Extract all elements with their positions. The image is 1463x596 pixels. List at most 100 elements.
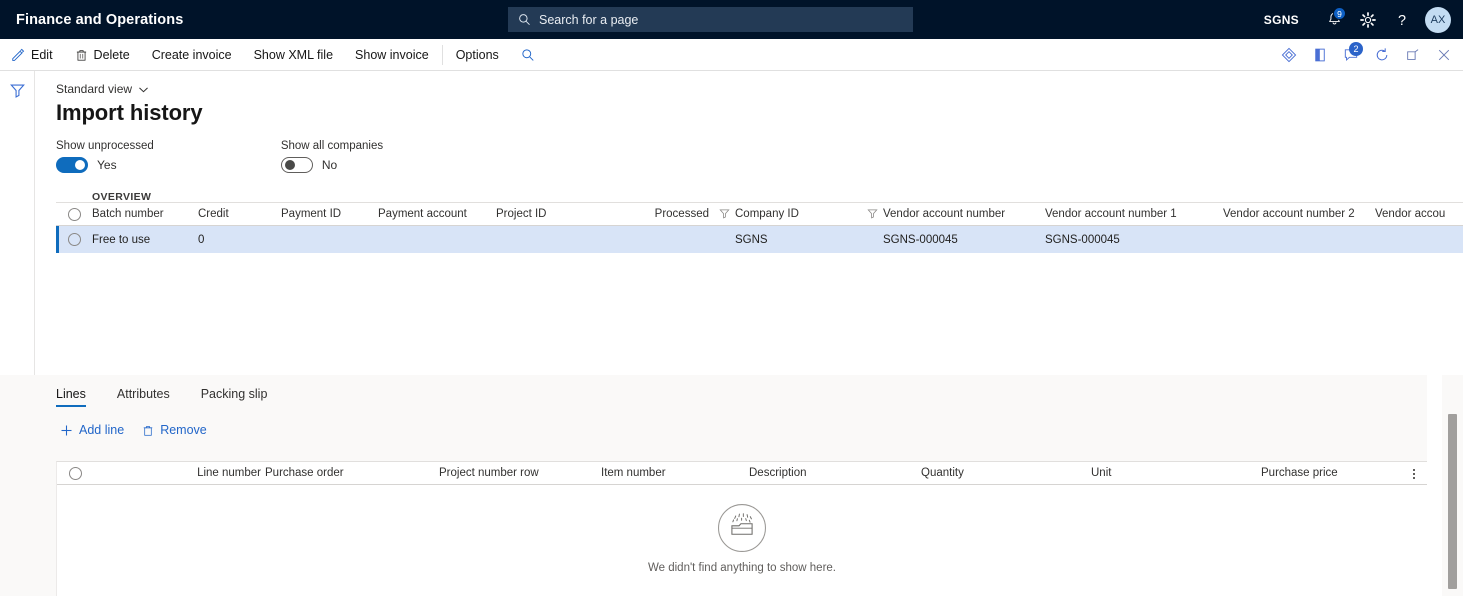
lines-select-all-cell[interactable] [57,466,93,480]
attachments-icon [1314,48,1325,62]
attachments-button[interactable] [1304,39,1335,71]
command-bar-search-button[interactable] [510,39,546,71]
column-header-project-id[interactable]: Project ID [496,208,605,220]
refresh-button[interactable] [1366,39,1397,71]
close-icon [1438,49,1449,61]
lines-grid: Line number Purchase order Project numbe… [56,461,1427,596]
more-options-icon[interactable] [1407,465,1421,482]
column-header-vendor-account-number-3[interactable]: Vendor accou [1375,208,1463,220]
edit-button-label: Edit [31,47,53,62]
notes-count-badge: 2 [1349,42,1363,56]
empty-folder-icon [718,504,766,552]
open-in-new-window-button[interactable] [1397,39,1428,71]
column-header-processed[interactable]: Processed [605,208,709,220]
relationships-button[interactable] [1273,39,1304,71]
column-header-payment-account[interactable]: Payment account [378,208,496,220]
show-invoice-button[interactable]: Show invoice [344,39,440,71]
delete-button[interactable]: Delete [64,39,141,71]
show-unprocessed-switch[interactable] [56,157,88,173]
create-invoice-button[interactable]: Create invoice [141,39,243,71]
toggle-row: Show unprocessed Yes Show all companies … [56,140,1463,173]
options-button[interactable]: Options [445,39,510,71]
notes-button[interactable]: 2 [1335,39,1366,71]
edit-button[interactable]: Edit [0,39,64,71]
close-button[interactable] [1428,39,1459,71]
lower-pane-tabs: Lines Attributes Packing slip [56,375,1427,407]
column-header-credit[interactable]: Credit [198,208,281,220]
show-all-companies-switch[interactable] [280,157,313,173]
table-row[interactable]: Free to use 0 SGNS SGNS-000045 SGNS-0000… [56,226,1463,253]
filter-funnel-icon[interactable] [7,80,27,100]
filter-funnel-icon[interactable] [719,208,730,220]
tab-packing-slip[interactable]: Packing slip [201,385,268,407]
trash-icon [76,49,86,61]
show-unprocessed-toggle[interactable]: Yes [56,157,154,173]
remove-line-label: Remove [160,423,207,437]
help-button[interactable]: ? [1385,0,1419,39]
tab-attributes[interactable]: Attributes [117,385,170,407]
avatar[interactable]: AX [1425,6,1451,33]
show-unprocessed-group: Show unprocessed Yes [56,140,154,173]
cell-vendor-account-number: SGNS-000045 [883,233,958,246]
open-in-new-window-icon [1406,49,1418,60]
select-all-cell[interactable] [56,207,92,221]
column-header-purchase-order[interactable]: Purchase order [261,467,439,479]
svg-text:?: ? [1398,12,1406,28]
cell-vendor-account-number-1: SGNS-000045 [1045,233,1120,246]
column-header-company-id-label: Company ID [735,208,799,220]
lower-pane-scrollbar-thumb[interactable] [1448,414,1457,589]
filter-funnel-icon[interactable] [867,208,878,220]
company-code-label[interactable]: SGNS [1264,13,1299,27]
delete-button-label: Delete [93,47,130,62]
notifications-button[interactable]: 9 [1317,0,1351,39]
action-pane-right-icons: 2 [1273,39,1459,71]
page-search-input[interactable]: Search for a page [508,7,913,32]
column-header-payment-id[interactable]: Payment ID [281,208,378,220]
column-header-batch-number[interactable]: Batch number [92,208,198,220]
lines-empty-state: We didn't find anything to show here. [57,503,1427,574]
column-header-quantity[interactable]: Quantity [921,467,1091,479]
chevron-down-icon [139,86,148,92]
lines-select-all-circle[interactable] [68,466,82,480]
show-unprocessed-value: Yes [97,158,117,172]
top-nav-right-group: SGNS 9 ? AX [1264,0,1463,39]
column-header-vendor-account-number-2[interactable]: Vendor account number 2 [1223,208,1375,220]
search-icon [518,13,531,26]
column-header-project-number-row[interactable]: Project number row [439,467,601,479]
tab-lines[interactable]: Lines [56,385,86,407]
add-line-button[interactable]: Add line [60,423,124,437]
search-icon [522,48,534,61]
settings-button[interactable] [1351,0,1385,39]
command-bar-divider [441,44,443,65]
show-all-companies-toggle[interactable]: No [280,157,383,173]
refresh-icon [1376,48,1387,61]
column-header-company-id[interactable]: Company ID [709,208,867,220]
relationships-icon [1281,47,1296,63]
column-header-line-number[interactable]: Line number [93,467,261,479]
remove-line-button[interactable]: Remove [142,423,207,437]
row-select-cell[interactable] [56,233,92,246]
app-title: Finance and Operations [16,11,184,28]
select-all-circle[interactable] [67,207,81,221]
plus-icon [61,424,72,436]
show-all-companies-value: No [321,158,338,172]
column-header-vendor-account-number-1[interactable]: Vendor account number 1 [1045,208,1223,220]
column-header-description[interactable]: Description [749,467,921,479]
column-header-vendor-account-number[interactable]: Vendor account number [867,208,1045,220]
view-selector[interactable]: Standard view [56,82,149,96]
column-header-item-number[interactable]: Item number [601,467,749,479]
add-line-label: Add line [79,423,125,437]
view-selector-label: Standard view [56,82,133,96]
column-header-vendor-account-number-label: Vendor account number [883,208,1006,220]
notification-count-badge: 9 [1333,7,1346,20]
column-header-purchase-price[interactable]: Purchase price [1261,467,1391,479]
pencil-icon [12,48,25,61]
search-placeholder-text: Search for a page [539,12,639,27]
row-select-circle[interactable] [67,233,81,246]
show-unprocessed-label: Show unprocessed [56,140,154,152]
cell-company-id: SGNS [735,233,768,246]
show-xml-file-button[interactable]: Show XML file [243,39,344,71]
trash-icon [143,425,153,436]
column-header-unit[interactable]: Unit [1091,467,1261,479]
lower-pane: Lines Attributes Packing slip Add line R… [0,375,1427,596]
